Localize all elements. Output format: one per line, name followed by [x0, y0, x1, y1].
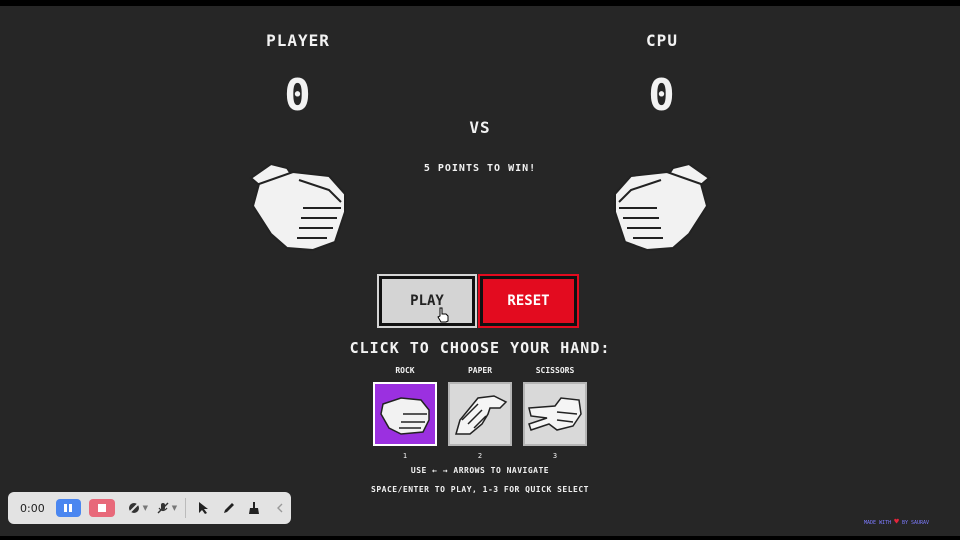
hint-keys: SPACE/ENTER TO PLAY, 1-3 FOR QUICK SELEC… — [371, 485, 589, 494]
collapse-icon — [277, 503, 283, 513]
choice-label-paper: PAPER — [467, 366, 493, 375]
choice-key-rock: 1 — [402, 452, 408, 460]
stop-icon — [98, 504, 107, 512]
choice-rock[interactable] — [373, 382, 437, 446]
pointer-tool[interactable] — [192, 497, 214, 519]
heart-icon: ♥ — [894, 517, 899, 526]
cpu-fist-icon — [614, 162, 711, 252]
camera-caret-icon[interactable]: ▼ — [143, 504, 148, 512]
pen-icon — [223, 503, 234, 513]
paper-hand-icon — [455, 395, 508, 435]
player-fist-icon — [249, 162, 346, 252]
choose-hand-title: CLICK TO CHOOSE YOUR HAND: — [349, 339, 611, 357]
hint-arrows: USE ← → ARROWS TO NAVIGATE — [410, 466, 550, 475]
pen-tool[interactable] — [218, 497, 240, 519]
credit-after: BY SAURAV — [901, 520, 930, 526]
choice-key-paper: 2 — [477, 452, 483, 460]
player-label: PLAYER — [266, 31, 330, 50]
cpu-label: CPU — [646, 31, 678, 50]
bottom-border — [0, 536, 960, 540]
camera-toggle[interactable] — [123, 497, 145, 519]
reset-button[interactable]: RESET — [478, 274, 579, 328]
cpu-score: 0 — [648, 70, 676, 121]
win-condition: 5 POINTS TO WIN! — [423, 163, 537, 174]
stop-button[interactable] — [89, 499, 115, 517]
collapse-toolbar[interactable] — [269, 497, 291, 519]
play-button[interactable]: PLAY — [377, 274, 477, 328]
rock-hand-icon — [380, 397, 430, 435]
toolbar-divider — [185, 498, 187, 518]
clear-tool[interactable] — [244, 497, 266, 519]
pointer-icon — [199, 502, 209, 514]
recording-time: 0:00 — [20, 501, 45, 515]
choice-key-scissors: 3 — [552, 452, 558, 460]
mic-caret-icon[interactable]: ▼ — [172, 504, 177, 512]
mic-off-icon — [157, 502, 169, 514]
hand-cursor-icon — [437, 307, 449, 323]
pause-button[interactable] — [55, 499, 82, 517]
recorder-toolbar: 0:00 ▼ ▼ — [8, 492, 291, 524]
choice-scissors[interactable] — [523, 382, 587, 446]
pause-icon — [64, 504, 73, 512]
broom-icon — [249, 502, 260, 514]
credit-before: MADE WITH — [864, 520, 892, 526]
choice-label-rock: ROCK — [395, 366, 415, 375]
player-score: 0 — [284, 70, 312, 121]
scissors-hand-icon — [528, 397, 582, 431]
vs-label: VS — [469, 118, 491, 137]
choice-paper[interactable] — [448, 382, 512, 446]
credit-text: MADE WITH ♥ BY SAURAV — [864, 517, 929, 526]
top-border — [0, 0, 960, 6]
choice-label-scissors: SCISSORS — [535, 366, 575, 375]
mic-toggle[interactable] — [152, 497, 174, 519]
camera-off-icon — [128, 502, 140, 514]
